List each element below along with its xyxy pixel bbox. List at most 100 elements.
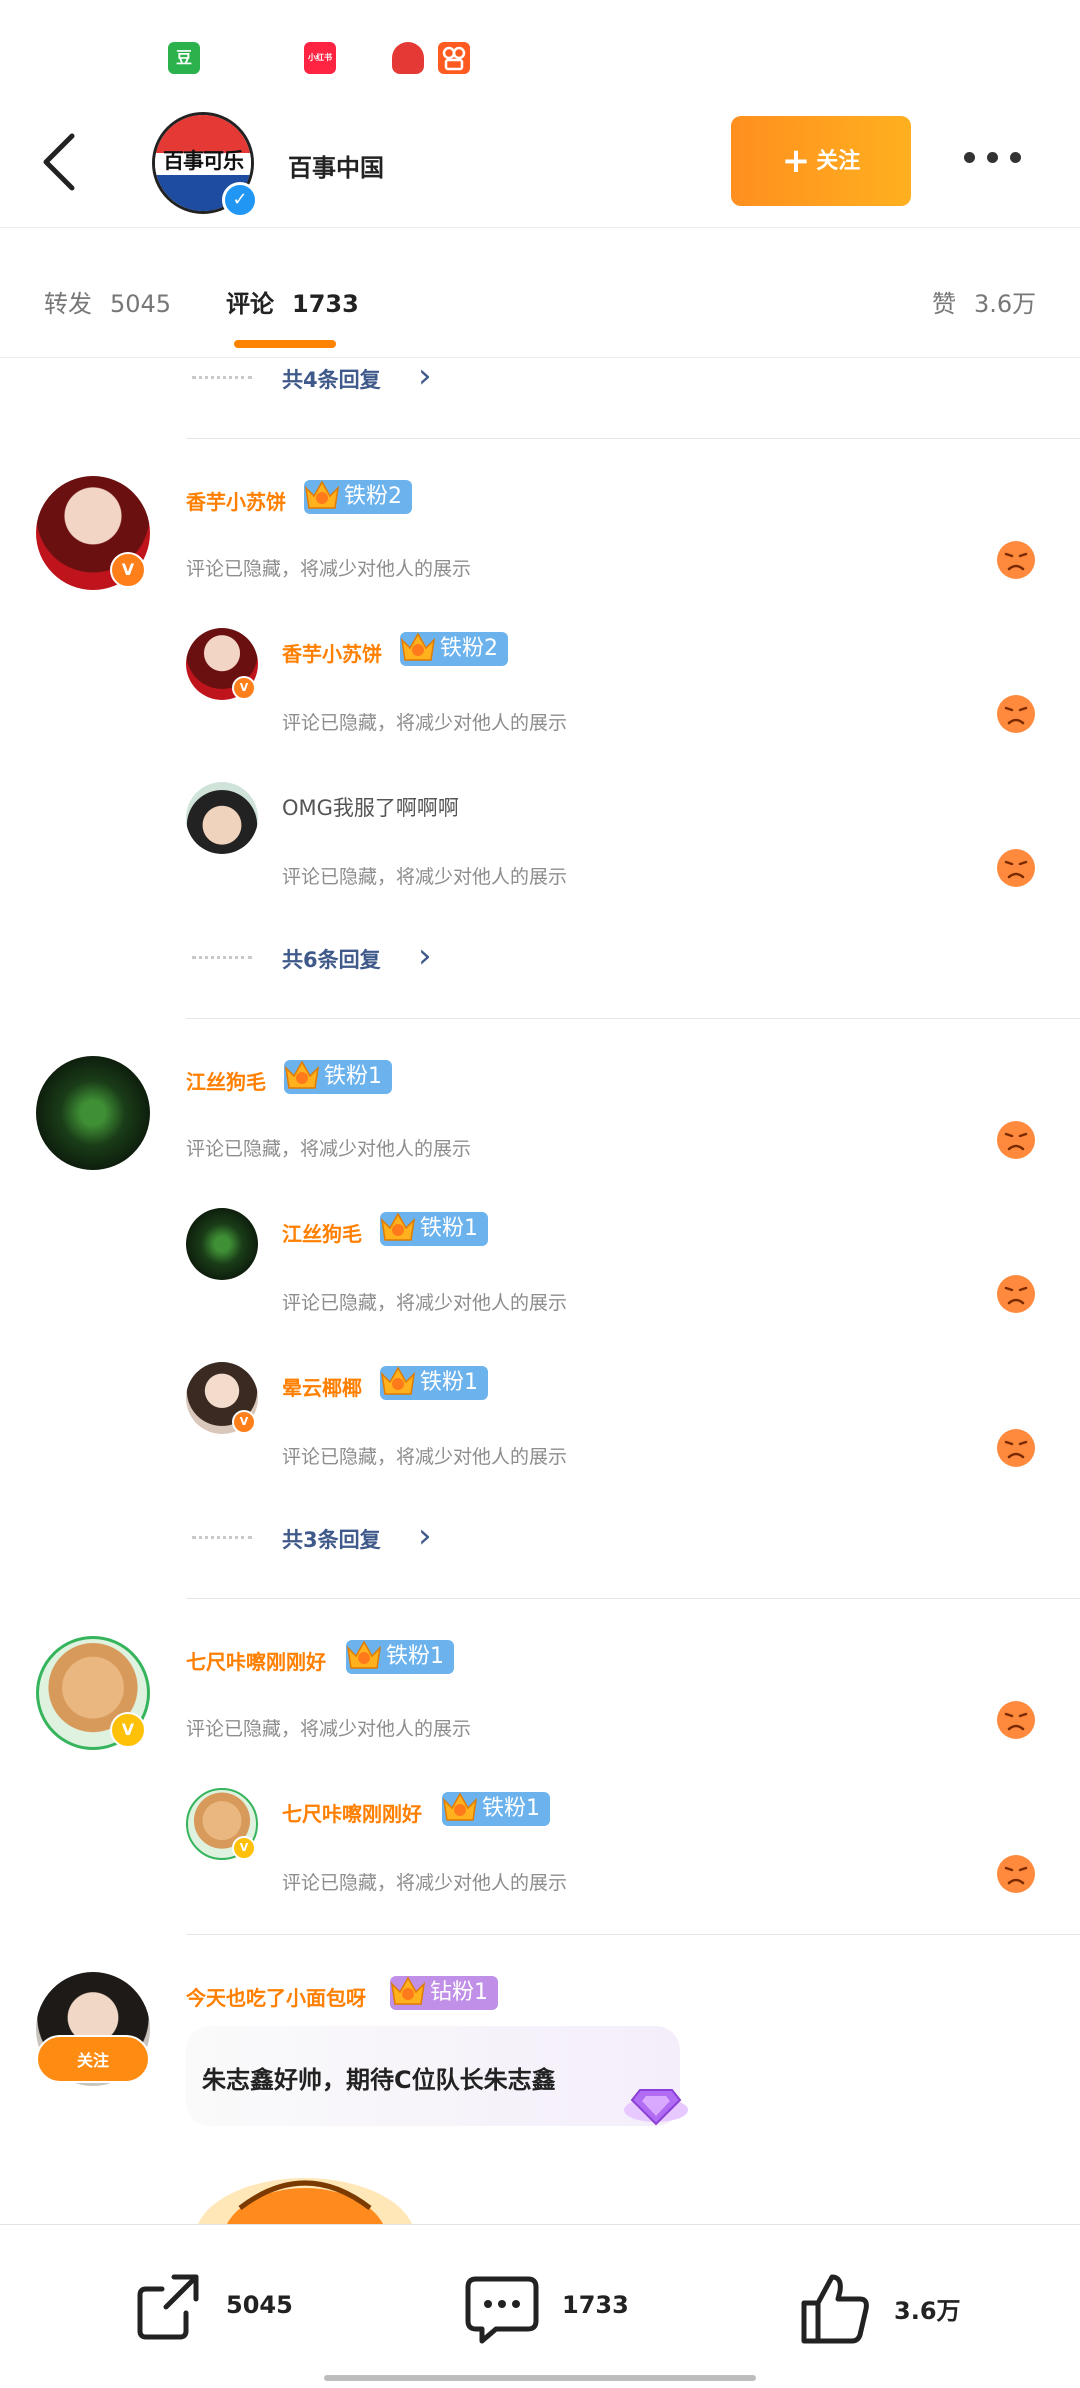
kuaishou-app-icon bbox=[438, 42, 470, 74]
divider bbox=[186, 438, 1080, 439]
chevron-right-icon[interactable]: › bbox=[418, 1516, 432, 1556]
crown-icon bbox=[378, 1206, 418, 1246]
username[interactable]: 江丝狗毛 bbox=[186, 1066, 266, 1095]
like-count: 3.6万 bbox=[894, 2297, 961, 2325]
fan-badge: 铁粉2 bbox=[400, 632, 508, 666]
back-arrow-icon[interactable] bbox=[38, 130, 82, 194]
share-count: 5045 bbox=[226, 2291, 293, 2319]
more-options-icon[interactable] bbox=[964, 148, 1034, 172]
fan-badge-label: 铁粉1 bbox=[386, 1644, 444, 1669]
follow-button[interactable]: + 关注 bbox=[731, 116, 911, 206]
home-indicator[interactable] bbox=[324, 2375, 756, 2381]
tab-bar: 转发 5045 评论 1733 赞 3.6万 bbox=[0, 228, 1080, 358]
username[interactable]: 七尺咔嚓刚刚好 bbox=[186, 1646, 326, 1675]
bottom-action-bar: 5045 1733 3.6万 bbox=[0, 2224, 1080, 2388]
comment-bubble[interactable]: 朱志鑫好帅，期待C位队长朱志鑫 bbox=[186, 2026, 680, 2126]
tab-label: 转发 bbox=[44, 290, 92, 318]
verified-v-icon: V bbox=[110, 1712, 146, 1748]
active-tab-indicator bbox=[234, 340, 336, 348]
dislike-face-icon[interactable] bbox=[996, 1854, 1036, 1894]
crown-icon bbox=[398, 626, 438, 666]
game-app-icon bbox=[392, 42, 424, 74]
fan-badge-label: 铁粉1 bbox=[420, 1370, 478, 1395]
avatar[interactable] bbox=[186, 782, 258, 854]
thumbs-up-icon bbox=[801, 2274, 869, 2344]
fan-badge-label: 铁粉1 bbox=[324, 1064, 382, 1089]
hidden-comment-text: 评论已隐藏，将减少对他人的展示 bbox=[186, 1718, 472, 1740]
fan-badge: 钻粉1 bbox=[390, 1976, 498, 2010]
crown-icon bbox=[302, 474, 342, 514]
plus-icon: + bbox=[781, 141, 811, 181]
dislike-face-icon[interactable] bbox=[996, 540, 1036, 580]
fan-badge: 铁粉1 bbox=[284, 1060, 392, 1094]
dislike-face-icon[interactable] bbox=[996, 1274, 1036, 1314]
dislike-face-icon[interactable] bbox=[996, 694, 1036, 734]
dotted-line bbox=[192, 376, 252, 379]
fan-badge-label: 铁粉2 bbox=[440, 636, 498, 661]
username[interactable]: 晕云椰椰 bbox=[282, 1372, 362, 1401]
logo-text: 百事可乐 bbox=[163, 149, 244, 173]
follow-user-button[interactable]: 关注 bbox=[36, 2035, 150, 2083]
share-icon bbox=[137, 2274, 199, 2340]
tab-label: 赞 bbox=[932, 290, 956, 318]
divider bbox=[186, 1018, 1080, 1019]
dotted-line bbox=[192, 956, 252, 959]
hidden-comment-text: 评论已隐藏，将减少对他人的展示 bbox=[282, 1292, 568, 1314]
username[interactable]: 七尺咔嚓刚刚好 bbox=[282, 1798, 422, 1827]
divider bbox=[186, 1934, 1080, 1935]
crown-icon bbox=[344, 1634, 384, 1674]
follow-label: 关注 bbox=[816, 149, 861, 174]
avatar[interactable] bbox=[186, 1208, 258, 1280]
verified-badge-icon: ✓ bbox=[222, 182, 258, 218]
username[interactable]: 今天也吃了小面包呀 bbox=[186, 1982, 366, 2011]
fan-badge-label: 铁粉1 bbox=[420, 1216, 478, 1241]
fan-badge: 铁粉1 bbox=[346, 1640, 454, 1674]
xiaohongshu-app-icon: 小红书 bbox=[304, 42, 336, 74]
sticker-image bbox=[198, 2178, 412, 2224]
username[interactable]: 江丝狗毛 bbox=[282, 1218, 362, 1247]
tab-reposts[interactable]: 转发 5045 bbox=[44, 284, 171, 319]
chevron-right-icon[interactable]: › bbox=[418, 358, 432, 396]
verified-v-icon: V bbox=[232, 1410, 256, 1434]
hidden-comment-text: 评论已隐藏，将减少对他人的展示 bbox=[282, 866, 568, 888]
comment-button[interactable]: 1733 bbox=[462, 2269, 642, 2349]
tab-likes[interactable]: 赞 3.6万 bbox=[932, 284, 1036, 319]
avatar[interactable] bbox=[36, 1056, 150, 1170]
dotted-line bbox=[192, 1536, 252, 1539]
crown-icon bbox=[378, 1360, 418, 1400]
fan-badge: 铁粉1 bbox=[442, 1792, 550, 1826]
reply-text: OMG我服了啊啊啊 bbox=[282, 796, 459, 820]
divider bbox=[186, 1598, 1080, 1599]
more-replies-link[interactable]: 共3条回复 bbox=[282, 1524, 381, 1554]
tab-count: 5045 bbox=[110, 290, 172, 318]
more-replies-link[interactable]: 共4条回复 bbox=[282, 364, 381, 394]
tab-count: 3.6万 bbox=[974, 290, 1037, 318]
fan-badge: 铁粉1 bbox=[380, 1366, 488, 1400]
chevron-right-icon[interactable]: › bbox=[418, 936, 432, 976]
comment-count: 1733 bbox=[562, 2291, 629, 2319]
tab-comments[interactable]: 评论 1733 bbox=[226, 284, 359, 319]
dislike-face-icon[interactable] bbox=[996, 1120, 1036, 1160]
tab-label: 评论 bbox=[226, 290, 274, 318]
comment-list[interactable]: 共4条回复 › V 香芋小苏饼 铁粉2 评论已隐藏，将减少对他人的展示 V 香芋… bbox=[0, 358, 1080, 2224]
comment-icon bbox=[465, 2276, 539, 2344]
hidden-comment-text: 评论已隐藏，将减少对他人的展示 bbox=[282, 712, 568, 734]
fan-badge: 铁粉2 bbox=[304, 480, 412, 514]
hidden-comment-text: 评论已隐藏，将减少对他人的展示 bbox=[282, 1446, 568, 1468]
douban-app-icon: 豆 bbox=[168, 42, 200, 74]
dislike-face-icon[interactable] bbox=[996, 1700, 1036, 1740]
username[interactable]: 香芋小苏饼 bbox=[282, 638, 382, 667]
crown-icon bbox=[282, 1054, 322, 1094]
username[interactable]: 香芋小苏饼 bbox=[186, 486, 286, 515]
like-button[interactable]: 3.6万 bbox=[796, 2269, 976, 2349]
share-button[interactable]: 5045 bbox=[130, 2269, 300, 2349]
hidden-comment-text: 评论已隐藏，将减少对他人的展示 bbox=[282, 1872, 568, 1894]
dislike-face-icon[interactable] bbox=[996, 848, 1036, 888]
account-name[interactable]: 百事中国 bbox=[288, 148, 384, 183]
diamond-icon bbox=[624, 2089, 688, 2126]
verified-v-icon: V bbox=[232, 1836, 256, 1860]
dislike-face-icon[interactable] bbox=[996, 1428, 1036, 1468]
hidden-comment-text: 评论已隐藏，将减少对他人的展示 bbox=[186, 558, 472, 580]
more-replies-link[interactable]: 共6条回复 bbox=[282, 944, 381, 974]
fan-badge: 铁粉1 bbox=[380, 1212, 488, 1246]
